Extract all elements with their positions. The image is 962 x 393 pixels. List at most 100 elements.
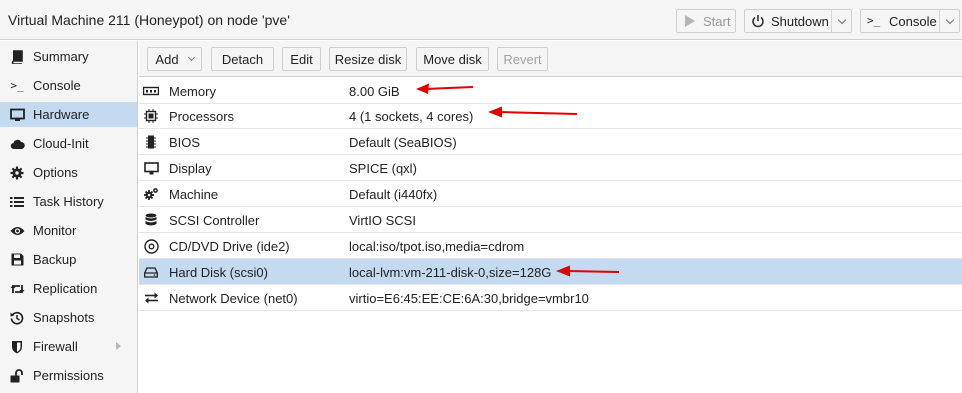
sidebar-item-firewall[interactable]: Firewall	[0, 334, 137, 359]
power-icon	[751, 14, 765, 28]
hardware-key: BIOS	[169, 135, 201, 150]
hardware-value: VirtIO SCSI	[349, 213, 416, 228]
cdrom-icon	[143, 238, 159, 254]
monitor-icon	[9, 107, 25, 123]
hardware-value: virtio=E6:45:EE:CE:6A:30,bridge=vmbr10	[349, 291, 589, 306]
sidebar-item-backup[interactable]: Backup	[0, 247, 137, 272]
sidebar-item-label: Replication	[33, 281, 98, 296]
resize-disk-button[interactable]: Resize disk	[329, 47, 407, 71]
detach-label: Detach	[221, 51, 264, 67]
hardware-row-memory[interactable]: Memory 8.00 GiB	[139, 78, 962, 104]
sidebar-item-label: Backup	[33, 252, 77, 267]
hardware-value: 4 (1 sockets, 4 cores)	[349, 109, 474, 124]
hardware-row-cdrom[interactable]: CD/DVD Drive (ide2) local:iso/tpot.iso,m…	[139, 233, 962, 259]
sidebar-item-options[interactable]: Options	[0, 160, 137, 185]
sidebar-item-task-history[interactable]: Task History	[0, 189, 137, 214]
edit-button[interactable]: Edit	[282, 47, 321, 71]
sidebar-item-monitor[interactable]: Monitor	[0, 218, 137, 243]
shutdown-menu-toggle[interactable]	[831, 10, 851, 32]
add-label: Add	[155, 51, 179, 67]
annotation-arrow	[416, 83, 474, 94]
chevron-down-icon	[187, 53, 195, 62]
hardware-row-display[interactable]: Display SPICE (qxl)	[139, 155, 962, 181]
hardware-key: SCSI Controller	[169, 213, 260, 228]
sidebar-item-label: Summary	[33, 49, 89, 64]
expand-arrow-icon[interactable]	[116, 342, 121, 350]
title-bar: Virtual Machine 211 (Honeypot) on node '…	[0, 0, 962, 40]
sidebar-item-label: Task History	[33, 194, 104, 209]
hardware-value: 8.00 GiB	[349, 84, 400, 99]
hardware-row-hard-disk[interactable]: Hard Disk (scsi0) local-lvm:vm-211-disk-…	[139, 259, 962, 285]
hardware-row-network-device[interactable]: Network Device (net0) virtio=E6:45:EE:CE…	[139, 285, 962, 311]
gear-icon	[9, 165, 25, 181]
hardware-value: Default (SeaBIOS)	[349, 135, 457, 150]
hardware-key: Processors	[169, 109, 235, 124]
sidebar-item-hardware[interactable]: Hardware	[0, 102, 137, 127]
sidebar-item-label: Monitor	[33, 223, 77, 238]
hardware-row-scsi-controller[interactable]: SCSI Controller VirtIO SCSI	[139, 207, 962, 233]
cloud-icon	[9, 136, 25, 152]
hardware-key: Machine	[169, 187, 219, 202]
cogs-icon	[143, 186, 159, 202]
floppy-icon	[9, 252, 25, 268]
terminal-icon: >_	[867, 14, 881, 27]
console-button[interactable]: >_ Console	[860, 9, 960, 33]
shutdown-label: Shutdown	[771, 13, 829, 29]
list-icon	[9, 194, 25, 210]
chip-icon	[143, 134, 159, 150]
terminal-icon: >_	[10, 79, 24, 92]
hdd-icon	[143, 264, 159, 280]
shield-icon	[9, 339, 25, 355]
chevron-down-icon	[945, 15, 954, 24]
sidebar-item-label: Snapshots	[33, 310, 95, 325]
retweet-icon	[9, 281, 25, 297]
hardware-key: CD/DVD Drive (ide2)	[169, 239, 290, 254]
memory-icon	[143, 83, 159, 99]
sidebar-item-snapshots[interactable]: Snapshots	[0, 305, 137, 330]
database-icon	[143, 212, 159, 228]
exchange-icon	[143, 290, 159, 306]
hardware-value: local:iso/tpot.iso,media=cdrom	[349, 239, 525, 254]
hardware-key: Display	[169, 161, 212, 176]
window-title: Virtual Machine 211 (Honeypot) on node '…	[8, 12, 290, 28]
sidebar-item-label: Console	[33, 78, 81, 93]
add-button[interactable]: Add	[147, 47, 202, 71]
sidebar-item-label: Permissions	[33, 368, 104, 383]
start-button[interactable]: Start	[676, 9, 736, 33]
chevron-down-icon	[837, 15, 846, 24]
hardware-value: Default (i440fx)	[349, 187, 438, 202]
shutdown-button[interactable]: Shutdown	[744, 9, 852, 33]
annotation-arrow	[556, 265, 620, 277]
play-icon	[683, 14, 697, 28]
cpu-icon	[143, 108, 159, 124]
sidebar-item-label: Hardware	[33, 107, 90, 122]
hardware-row-machine[interactable]: Machine Default (i440fx)	[139, 181, 962, 207]
sidebar-item-label: Cloud-Init	[33, 136, 89, 151]
sidebar: Summary >_ Console Hardware Cloud-Init O…	[0, 41, 138, 393]
sidebar-item-console[interactable]: >_ Console	[0, 73, 137, 98]
start-label: Start	[703, 13, 731, 29]
sidebar-item-replication[interactable]: Replication	[0, 276, 137, 301]
hardware-value: SPICE (qxl)	[349, 161, 417, 176]
hardware-row-bios[interactable]: BIOS Default (SeaBIOS)	[139, 129, 962, 155]
book-icon	[9, 49, 25, 65]
edit-label: Edit	[290, 51, 313, 67]
sidebar-item-label: Firewall	[33, 339, 78, 354]
move-disk-button[interactable]: Move disk	[416, 47, 489, 71]
hardware-toolbar: Add Detach Edit Resize disk Move disk Re…	[139, 41, 962, 77]
console-label: Console	[889, 13, 937, 29]
resize-disk-label: Resize disk	[334, 51, 402, 67]
detach-button[interactable]: Detach	[211, 47, 274, 71]
hardware-key: Network Device (net0)	[169, 291, 298, 306]
sidebar-item-summary[interactable]: Summary	[0, 44, 137, 69]
hardware-key: Memory	[169, 84, 216, 99]
sidebar-item-label: Options	[33, 165, 78, 180]
revert-button[interactable]: Revert	[497, 47, 548, 71]
hardware-key: Hard Disk (scsi0)	[169, 265, 268, 280]
desktop-icon	[143, 160, 159, 176]
eye-icon	[9, 223, 25, 239]
sidebar-item-permissions[interactable]: Permissions	[0, 363, 137, 388]
console-menu-toggle[interactable]	[939, 10, 959, 32]
annotation-arrow	[488, 106, 578, 118]
sidebar-item-cloud-init[interactable]: Cloud-Init	[0, 131, 137, 156]
